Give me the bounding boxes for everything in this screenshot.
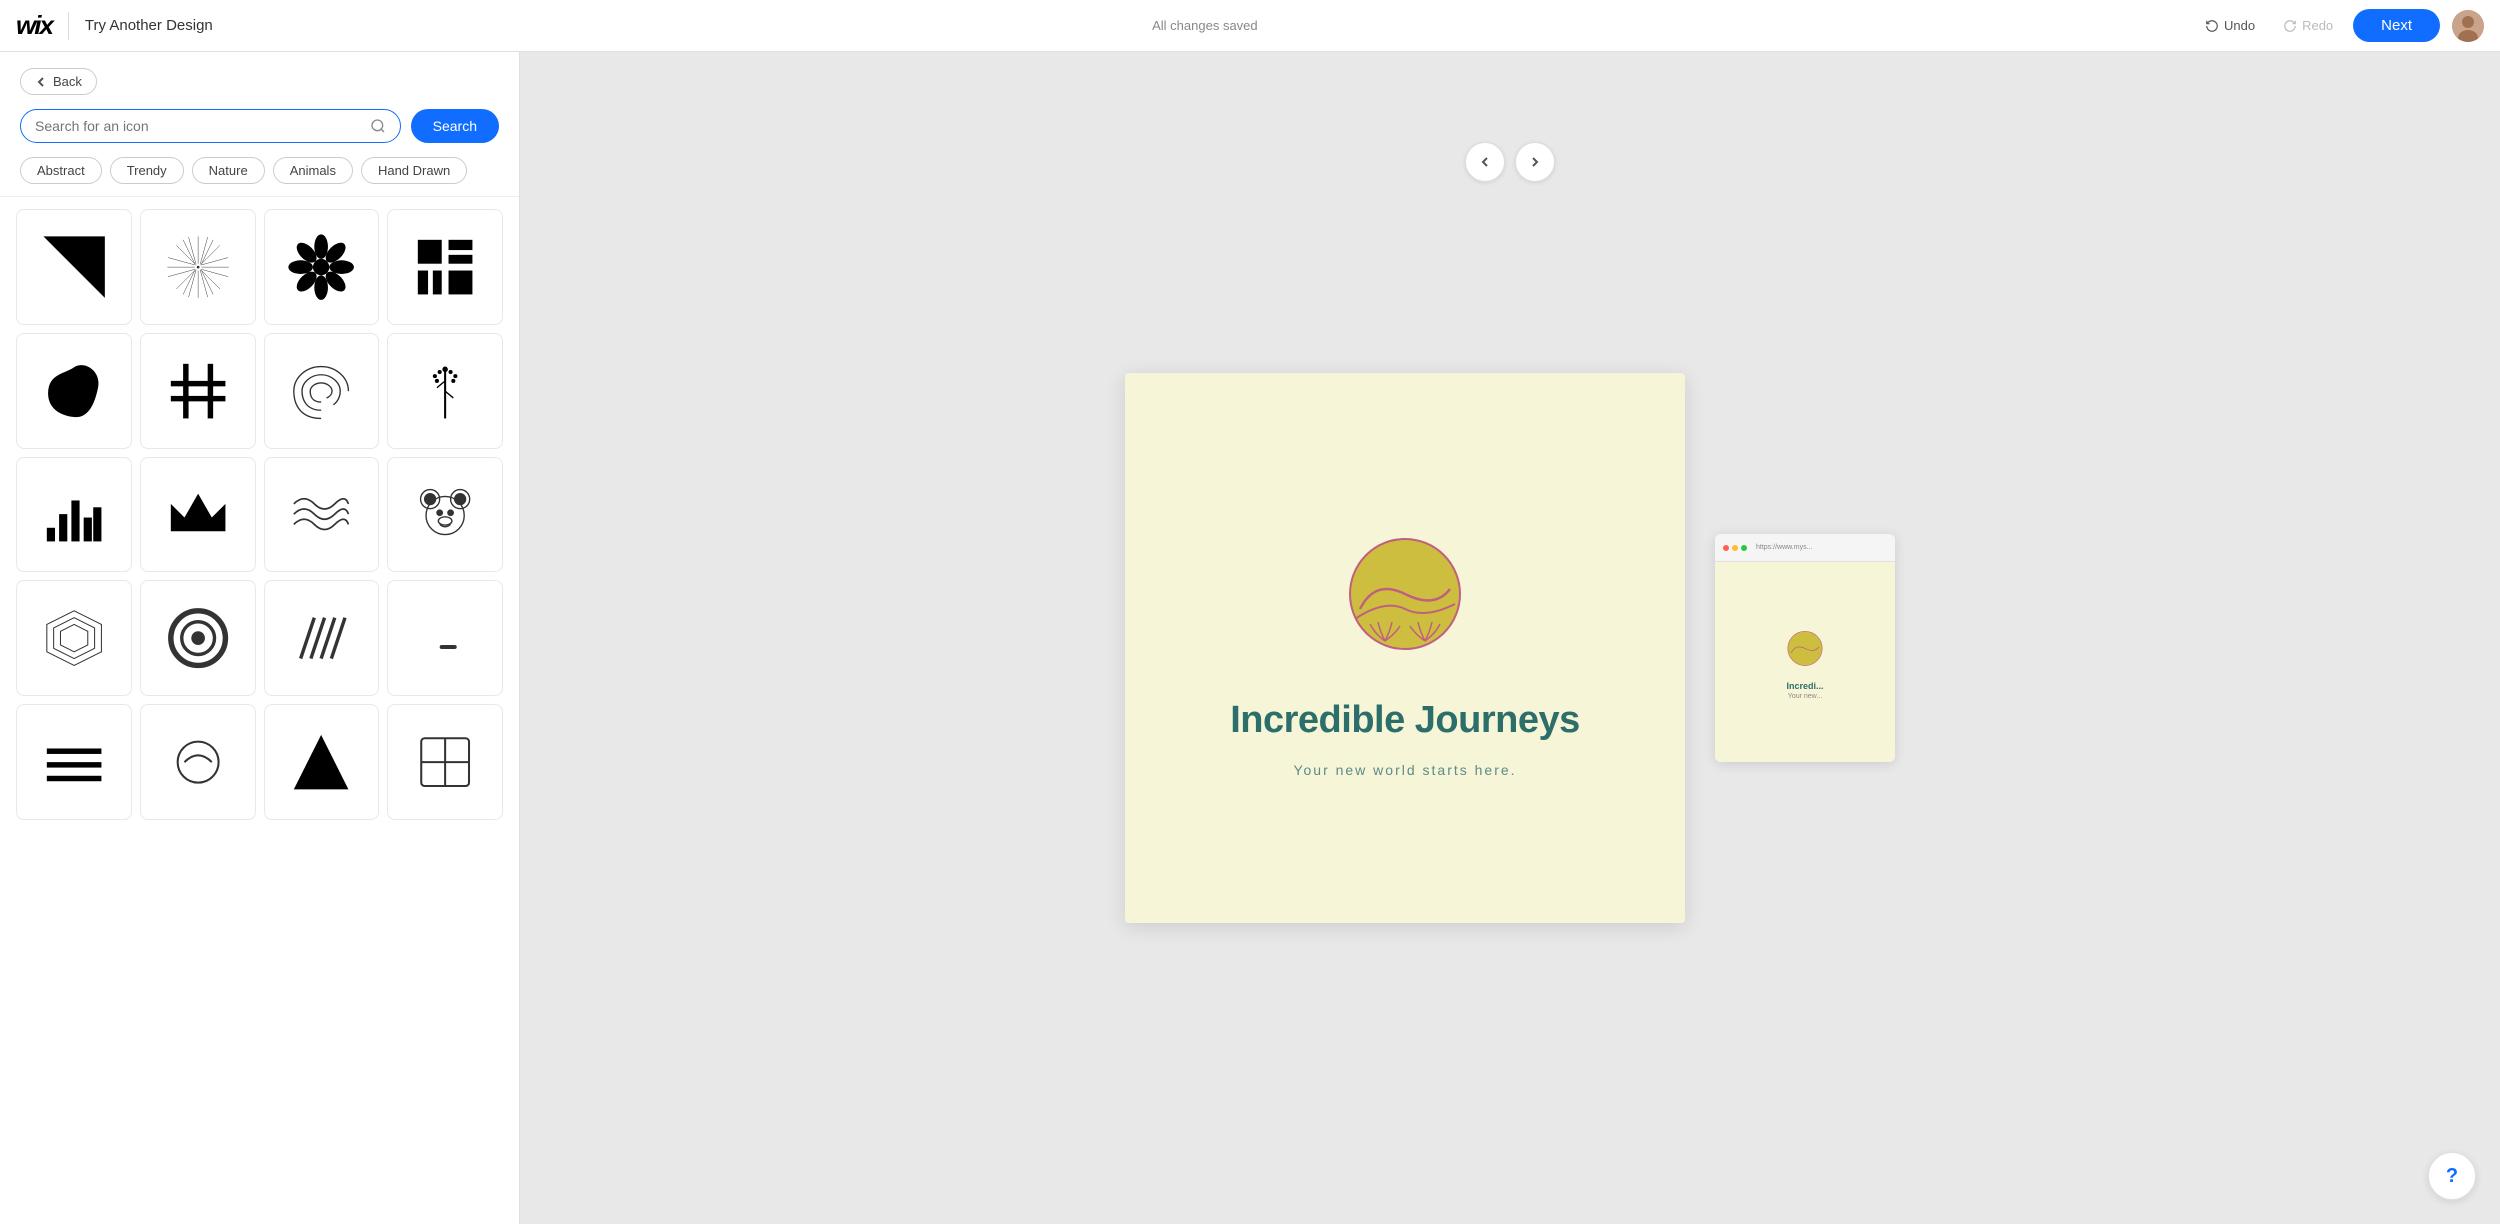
back-button[interactable]: Back [20,68,97,95]
icon-cell-12[interactable] [387,457,503,573]
icon-cell-7[interactable] [264,333,380,449]
search-input[interactable] [35,118,362,134]
logo-card: Incredible Journeys Your new world start… [1125,373,1685,923]
icon-abstract-3 [287,728,355,796]
side-preview: https://www.mys... Incredi... Your new..… [1715,534,1895,762]
icon-cell-4[interactable] [387,209,503,325]
topbar-design-label: Try Another Design [85,17,213,34]
icon-circle-rings [164,604,232,672]
dot-red [1723,545,1729,551]
icon-grid-blocks [411,233,479,301]
icon-cell-6[interactable] [140,333,256,449]
icon-abstract-2 [164,728,232,796]
icon-geometric-frame [40,604,108,672]
undo-icon [2205,19,2219,33]
icon-cell-5[interactable] [16,333,132,449]
wix-logo: wix [16,10,52,41]
main-layout: Back Search Abstract Trendy Nature Anima… [0,52,2500,1224]
dot-yellow [1732,545,1738,551]
icon-cell-10[interactable] [140,457,256,573]
search-row: Search [20,109,499,143]
icon-grid: /* concentric lines */ [16,209,503,820]
icon-flower [287,233,355,301]
logo-main-text: Incredible Journeys [1230,699,1580,742]
search-button[interactable]: Search [411,109,499,143]
tag-abstract[interactable]: Abstract [20,157,102,184]
topbar-status: All changes saved [225,18,2185,33]
icon-waves [287,480,355,548]
undo-button[interactable]: Undo [2197,14,2263,37]
side-preview-title: Incredi... [1786,681,1823,691]
icon-bars [40,480,108,548]
browser-dots [1723,545,1747,551]
side-preview-content: Incredi... Your new... [1715,562,1895,762]
icon-plant [411,357,479,425]
tag-hand-drawn[interactable]: Hand Drawn [361,157,467,184]
icon-cell-19[interactable] [264,704,380,820]
icon-cell-15[interactable] [264,580,380,696]
tag-row: Abstract Trendy Nature Animals Hand Draw… [20,157,499,184]
next-button[interactable]: Next [2353,9,2440,42]
side-preview-sub: Your new... [1788,693,1822,700]
topbar: wix Try Another Design All changes saved… [0,0,2500,52]
icon-fingerprint [287,357,355,425]
icon-abstract-4 [411,728,479,796]
redo-button[interactable]: Redo [2275,14,2341,37]
icon-cell-11[interactable] [264,457,380,573]
icon-cell-2[interactable]: /* concentric lines */ [140,209,256,325]
dot-green [1741,545,1747,551]
search-icon [370,118,386,134]
tag-nature[interactable]: Nature [192,157,265,184]
icon-flag [40,233,108,301]
icon-grid-wrap[interactable]: /* concentric lines */ [0,197,519,1224]
icon-hashtag [164,357,232,425]
search-input-wrap [20,109,401,143]
icon-cell-17[interactable] [16,704,132,820]
browser-bar: https://www.mys... [1715,534,1895,562]
logo-icon-svg [1325,519,1485,679]
icon-crown [164,480,232,548]
topbar-right: Undo Redo Next [2197,9,2484,42]
icon-cell-18[interactable] [140,704,256,820]
icon-cell-13[interactable] [16,580,132,696]
avatar[interactable] [2452,10,2484,42]
redo-icon [2283,19,2297,33]
back-chevron-icon [35,76,47,88]
left-panel: Back Search Abstract Trendy Nature Anima… [0,52,520,1224]
avatar-image [2452,10,2484,42]
side-preview-logo-icon [1780,625,1830,675]
prev-arrow-button[interactable] [1465,142,1505,182]
prev-arrow-icon [1479,156,1491,168]
next-arrow-icon [1529,156,1541,168]
icon-cell-1[interactable] [16,209,132,325]
help-button[interactable]: ? [2428,1152,2476,1200]
tag-trendy[interactable]: Trendy [110,157,184,184]
logo-card-container: Incredible Journeys Your new world start… [1125,373,1895,923]
icon-cell-9[interactable] [16,457,132,573]
logo-sub-text: Your new world starts here. [1293,762,1516,778]
icon-cell-8[interactable] [387,333,503,449]
icon-slash-marks [287,604,355,672]
browser-url: https://www.mys... [1756,544,1812,551]
next-arrow-button[interactable] [1515,142,1555,182]
icon-bear [411,480,479,548]
icon-cell-20[interactable] [387,704,503,820]
icon-cell-3[interactable] [264,209,380,325]
icon-crescent [411,604,479,672]
icon-cell-16[interactable] [387,580,503,696]
icon-sunburst: /* concentric lines */ [164,233,232,301]
tag-animals[interactable]: Animals [273,157,353,184]
icon-cell-14[interactable] [140,580,256,696]
icon-blob [40,357,108,425]
left-panel-top: Back Search Abstract Trendy Nature Anima… [0,52,519,197]
icon-horizontal-lines [40,728,108,796]
nav-arrows [1465,142,1555,182]
topbar-divider [68,12,69,40]
right-area: Incredible Journeys Your new world start… [520,52,2500,1224]
